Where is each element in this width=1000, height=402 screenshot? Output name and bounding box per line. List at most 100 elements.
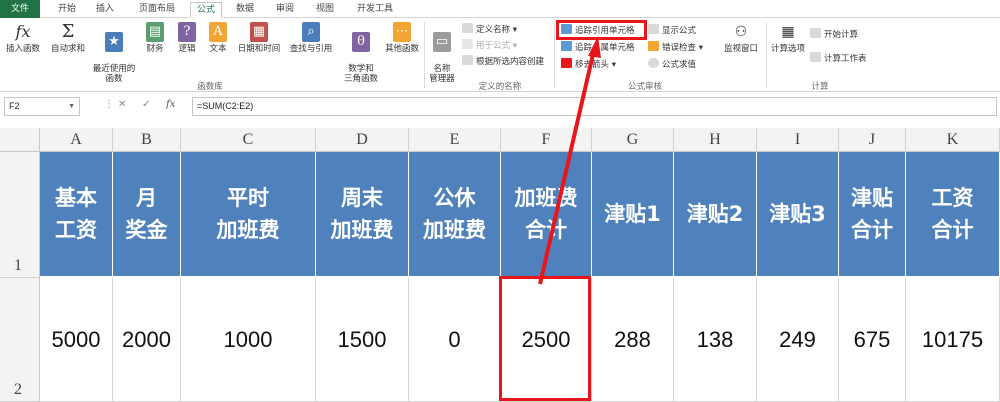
tab-data[interactable]: 数据 (230, 2, 260, 18)
insert-function-button[interactable]: fx 插入函数 (2, 22, 44, 54)
calculator-icon: ▦ (781, 24, 795, 40)
data-cell[interactable]: 1000 (181, 278, 316, 402)
financial-button[interactable]: ▤ 财务 (142, 22, 168, 54)
header-cell[interactable]: 津贴1 (592, 152, 674, 276)
cancel-icon[interactable]: ✕ (118, 99, 126, 110)
group-label-formula-auditing: 公式审核 (627, 82, 662, 92)
column-header-i[interactable]: I (757, 128, 839, 152)
remove-arrows-label: 移去箭头 (575, 60, 610, 70)
check-icon[interactable]: ✓ (142, 99, 150, 110)
recent-functions-button[interactable]: ★ 最近使用的 函数 (90, 22, 138, 84)
more-functions-button[interactable]: ⋯ 其他函数 (382, 22, 422, 54)
formula-input[interactable]: =SUM(C2:E2) (192, 97, 997, 116)
question-icon: ? (178, 22, 196, 42)
tab-file[interactable]: 文件 (0, 0, 40, 18)
data-cell[interactable]: 249 (757, 278, 839, 402)
tab-insert[interactable]: 插入 (90, 2, 120, 18)
column-header-h[interactable]: H (674, 128, 757, 152)
tab-view[interactable]: 视图 (310, 2, 340, 18)
recent-functions-label: 最近使用的 函数 (92, 64, 136, 84)
column-header-k[interactable]: K (906, 128, 1000, 152)
autosum-button[interactable]: Σ 自动求和 (48, 22, 88, 55)
group-divider (554, 22, 555, 88)
define-name-icon (462, 23, 473, 33)
chevron-down-icon[interactable]: ▼ (68, 98, 75, 115)
row-header-2[interactable]: 2 (0, 278, 40, 402)
column-header-c[interactable]: C (181, 128, 316, 152)
text-label: 文本 (209, 44, 227, 54)
watch-window-label: 监视窗口 (723, 44, 758, 54)
data-cell[interactable]: 675 (839, 278, 906, 402)
error-checking-button[interactable]: 错误检查 ▾ (648, 41, 703, 55)
tab-review[interactable]: 审阅 (270, 2, 300, 18)
column-header-e[interactable]: E (409, 128, 501, 152)
data-cell[interactable]: 138 (674, 278, 757, 402)
header-cell[interactable]: 津贴 合计 (839, 152, 906, 276)
calc-now-button[interactable]: 开始计算 (810, 28, 858, 42)
math-trig-button[interactable]: θ 数学和 三角函数 (340, 22, 382, 84)
lookup-button[interactable]: ⌕ 查找与引用 (286, 22, 336, 54)
header-cell[interactable]: 平时 加班费 (181, 152, 316, 276)
name-box[interactable]: F2 ▼ (4, 97, 80, 116)
create-from-selection-button[interactable]: 根据所选内容创建 (462, 55, 544, 69)
row-number: 1 (14, 257, 22, 274)
column-header-f[interactable]: F (501, 128, 592, 152)
calc-options-button[interactable]: ▦ 计算选项 (768, 22, 808, 54)
data-cell[interactable]: 288 (592, 278, 674, 402)
header-cell[interactable]: 公休 加班费 (409, 152, 501, 276)
datetime-button[interactable]: ▦ 日期和时间 (234, 22, 284, 54)
select-all-corner[interactable] (0, 128, 40, 152)
remove-arrows-button[interactable]: 移去箭头 ▾ (561, 58, 616, 72)
header-cell[interactable]: 加班费 合计 (501, 152, 592, 276)
tab-developer[interactable]: 开发工具 (350, 2, 400, 18)
header-cell[interactable]: 津贴3 (757, 152, 839, 276)
column-header-j[interactable]: J (839, 128, 906, 152)
group-divider (424, 22, 425, 88)
column-header-a[interactable]: A (40, 128, 113, 152)
more-functions-icon: ⋯ (393, 22, 411, 42)
define-name-button[interactable]: 定义名称 ▾ (462, 23, 517, 37)
data-cell[interactable]: 2000 (113, 278, 181, 402)
header-cell[interactable]: 基本 工资 (40, 152, 113, 276)
evaluate-formula-button[interactable]: 公式求值 (648, 58, 696, 72)
tab-home[interactable]: 开始 (52, 2, 82, 18)
column-header-b[interactable]: B (113, 128, 181, 152)
text-button[interactable]: A 文本 (205, 22, 231, 54)
calc-sheet-button[interactable]: 计算工作表 (810, 52, 867, 66)
row-header-1[interactable]: 1 (0, 152, 40, 278)
data-cell[interactable]: 5000 (40, 278, 113, 402)
glasses-icon: ⚇ (734, 24, 748, 40)
header-cell[interactable]: 工资 合计 (906, 152, 1000, 276)
error-checking-label: 错误检查 (662, 43, 697, 53)
header-cell[interactable]: 周末 加班费 (316, 152, 409, 276)
theta-icon: θ (352, 32, 370, 52)
header-cell[interactable]: 月 奖金 (113, 152, 181, 276)
use-in-formula-button: 用于公式 ▾ (462, 39, 517, 53)
tab-formulas[interactable]: 公式 (190, 2, 222, 18)
trace-dependents-label: 追踪从属单元格 (575, 43, 635, 53)
data-cell[interactable]: 1500 (316, 278, 409, 402)
search-icon: ⌕ (302, 22, 320, 42)
logical-label: 逻辑 (178, 44, 196, 54)
show-formulas-button[interactable]: 显示公式 (648, 24, 696, 38)
data-cell[interactable]: 0 (409, 278, 501, 402)
watch-window-button[interactable]: ⚇ 监视窗口 (719, 22, 763, 54)
column-header-d[interactable]: D (316, 128, 409, 152)
highlight-trace-precedents (556, 20, 647, 40)
trace-dependents-button[interactable]: 追踪从属单元格 (561, 41, 635, 55)
define-name-label: 定义名称 (476, 25, 511, 35)
logical-button[interactable]: ? 逻辑 (174, 22, 200, 54)
column-header-g[interactable]: G (592, 128, 674, 152)
ribbon-tabs: 文件 开始 插入 页面布局 公式 数据 审阅 视图 开发工具 (0, 0, 1000, 18)
data-cell[interactable]: 10175 (906, 278, 1000, 402)
fx-icon[interactable]: fx (166, 99, 175, 110)
fx-icon: fx (15, 22, 31, 41)
header-cell[interactable]: 津贴2 (674, 152, 757, 276)
formula-bar: F2 ▼ ⋮ ✕ ✓ fx =SUM(C2:E2) (0, 95, 1000, 119)
name-manager-button[interactable]: ▭ 名称 管理器 (426, 22, 458, 84)
star-icon: ★ (105, 32, 123, 52)
options-handle-icon: ⋮ (104, 99, 114, 110)
lookup-label: 查找与引用 (289, 44, 333, 54)
show-formulas-label: 显示公式 (662, 26, 697, 36)
tab-page-layout[interactable]: 页面布局 (132, 2, 182, 18)
